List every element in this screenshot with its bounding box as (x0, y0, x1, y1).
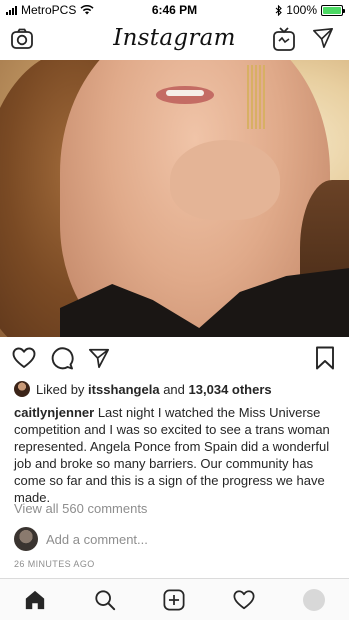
direct-message-icon[interactable] (312, 27, 334, 49)
new-post-icon[interactable] (163, 589, 185, 611)
post-timestamp: 26 MINUTES AGO (14, 559, 95, 569)
liked-by-row[interactable]: Liked by itsshangela and 13,034 others (14, 381, 272, 397)
add-comment-row[interactable]: Add a comment... (14, 527, 148, 551)
view-all-comments-link[interactable]: View all 560 comments (14, 501, 147, 516)
liked-conjunction: and (163, 381, 185, 397)
igtv-icon[interactable] (272, 26, 296, 52)
caption-username[interactable]: caitlynjenner (14, 405, 94, 420)
battery-percent: 100% (286, 3, 317, 17)
comment-input[interactable]: Add a comment... (46, 532, 148, 547)
liker-avatar (14, 381, 30, 397)
activity-heart-icon[interactable] (233, 589, 255, 611)
post-caption: caitlynjenner Last night I watched the M… (14, 404, 339, 506)
bookmark-icon[interactable] (315, 346, 335, 370)
bluetooth-icon (275, 4, 283, 16)
profile-avatar[interactable] (303, 589, 325, 611)
liked-user[interactable]: itsshangela (88, 382, 160, 397)
search-icon[interactable] (94, 589, 116, 611)
share-icon[interactable] (88, 347, 110, 369)
top-nav: Instagram (0, 20, 349, 60)
photo-earring (247, 65, 267, 129)
instagram-logo: Instagram (113, 25, 236, 51)
photo-teeth (166, 90, 204, 96)
user-avatar (14, 527, 38, 551)
caption-text: Last night I watched the Miss Universe c… (14, 405, 330, 505)
post-actions (0, 346, 349, 372)
battery-icon (321, 4, 345, 16)
liked-prefix: Liked by (36, 381, 85, 397)
status-bar: MetroPCS 6:46 PM 100% (0, 0, 349, 20)
home-icon[interactable] (24, 589, 46, 611)
battery-group: 100% (275, 3, 345, 17)
liked-others[interactable]: 13,034 others (189, 382, 272, 397)
photo-hand (170, 140, 280, 220)
comment-icon[interactable] (50, 346, 74, 370)
bottom-nav (0, 578, 349, 620)
post-photo[interactable] (0, 60, 349, 337)
heart-icon[interactable] (12, 347, 36, 369)
